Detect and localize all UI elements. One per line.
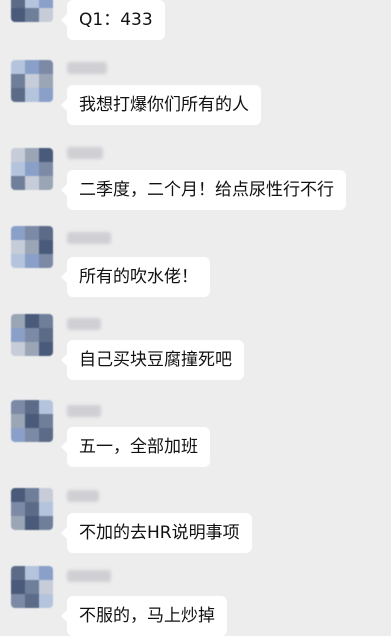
avatar-mosaic-cell	[39, 0, 53, 8]
avatar-mosaic-cell	[39, 88, 53, 102]
avatar-mosaic-cell	[11, 0, 25, 8]
avatar-mosaic-cell	[25, 580, 39, 594]
blurred-sender-name	[67, 147, 103, 159]
message-bubble[interactable]: Q1：433	[61, 0, 165, 40]
avatar-mosaic-cell	[11, 314, 25, 328]
avatar-mosaic-cell	[25, 8, 39, 22]
avatar-mosaic-cell	[25, 428, 39, 442]
avatar-mosaic-cell	[39, 254, 53, 268]
blurred-avatar[interactable]	[11, 314, 53, 356]
avatar-mosaic-cell	[25, 60, 39, 74]
avatar-mosaic-cell	[25, 0, 39, 8]
avatar-mosaic-cell	[39, 566, 53, 580]
blurred-sender-name	[67, 490, 99, 502]
avatar-mosaic-cell	[11, 148, 25, 162]
avatar-mosaic-cell	[11, 60, 25, 74]
blurred-avatar[interactable]	[11, 566, 53, 608]
avatar-mosaic-cell	[11, 8, 25, 22]
avatar-mosaic-cell	[25, 314, 39, 328]
avatar-mosaic-cell	[39, 516, 53, 530]
message-bubble[interactable]: 所有的吹水佬！	[61, 257, 210, 297]
avatar-mosaic-cell	[39, 328, 53, 342]
avatar-mosaic-cell	[25, 488, 39, 502]
avatar-mosaic-cell	[25, 74, 39, 88]
avatar-mosaic-cell	[39, 176, 53, 190]
avatar-mosaic-cell	[11, 328, 25, 342]
avatar-mosaic-cell	[11, 74, 25, 88]
message-bubble[interactable]: 我想打爆你们所有的人	[61, 85, 261, 125]
message-bubble[interactable]: 五一，全部加班	[61, 427, 210, 467]
avatar-mosaic-cell	[25, 176, 39, 190]
avatar-mosaic-cell	[11, 240, 25, 254]
avatar-mosaic-cell	[25, 226, 39, 240]
avatar-mosaic-cell	[39, 162, 53, 176]
blurred-avatar[interactable]	[11, 60, 53, 102]
blurred-sender-name	[67, 570, 111, 582]
avatar-mosaic-cell	[39, 60, 53, 74]
avatar-mosaic-cell	[39, 74, 53, 88]
avatar-mosaic-cell	[39, 240, 53, 254]
blurred-avatar[interactable]	[11, 148, 53, 190]
avatar-mosaic-cell	[11, 594, 25, 608]
chat-message-list[interactable]: Q1：433 我想打爆你们所有的人 二季度，二个月！给点尿性行不行 所有的吹水佬…	[0, 0, 391, 636]
avatar-mosaic-cell	[11, 342, 25, 356]
blurred-avatar[interactable]	[11, 0, 53, 22]
avatar-mosaic-cell	[39, 400, 53, 414]
blurred-sender-name	[67, 318, 101, 330]
avatar-mosaic-cell	[11, 580, 25, 594]
blurred-sender-name	[67, 62, 107, 74]
avatar-mosaic-cell	[25, 516, 39, 530]
avatar-mosaic-cell	[25, 400, 39, 414]
avatar-mosaic-cell	[39, 580, 53, 594]
avatar-mosaic-cell	[25, 240, 39, 254]
avatar-mosaic-cell	[11, 254, 25, 268]
avatar-mosaic-cell	[11, 516, 25, 530]
avatar-mosaic-cell	[25, 414, 39, 428]
avatar-mosaic-cell	[39, 488, 53, 502]
avatar-mosaic-cell	[39, 414, 53, 428]
avatar-mosaic-cell	[11, 414, 25, 428]
avatar-mosaic-cell	[25, 148, 39, 162]
avatar-mosaic-cell	[39, 8, 53, 22]
message-bubble[interactable]: 不服的，马上炒掉	[61, 596, 227, 636]
blurred-sender-name	[67, 232, 111, 244]
avatar-mosaic-cell	[25, 254, 39, 268]
avatar-mosaic-cell	[25, 88, 39, 102]
avatar-mosaic-cell	[39, 342, 53, 356]
avatar-mosaic-cell	[11, 162, 25, 176]
avatar-mosaic-cell	[11, 502, 25, 516]
blurred-avatar[interactable]	[11, 226, 53, 268]
avatar-mosaic-cell	[25, 342, 39, 356]
avatar-mosaic-cell	[11, 488, 25, 502]
avatar-mosaic-cell	[25, 502, 39, 516]
avatar-mosaic-cell	[11, 400, 25, 414]
avatar-mosaic-cell	[11, 566, 25, 580]
avatar-mosaic-cell	[11, 226, 25, 240]
blurred-avatar[interactable]	[11, 400, 53, 442]
blurred-sender-name	[67, 405, 101, 417]
blurred-avatar[interactable]	[11, 488, 53, 530]
avatar-mosaic-cell	[39, 314, 53, 328]
avatar-mosaic-cell	[11, 428, 25, 442]
avatar-mosaic-cell	[25, 328, 39, 342]
avatar-mosaic-cell	[39, 226, 53, 240]
message-bubble[interactable]: 自己买块豆腐撞死吧	[61, 340, 244, 380]
avatar-mosaic-cell	[39, 594, 53, 608]
avatar-mosaic-cell	[11, 176, 25, 190]
avatar-mosaic-cell	[39, 428, 53, 442]
avatar-mosaic-cell	[25, 162, 39, 176]
avatar-mosaic-cell	[39, 148, 53, 162]
avatar-mosaic-cell	[39, 502, 53, 516]
avatar-mosaic-cell	[25, 566, 39, 580]
message-bubble[interactable]: 不加的去HR说明事项	[61, 513, 252, 553]
avatar-mosaic-cell	[11, 88, 25, 102]
message-bubble[interactable]: 二季度，二个月！给点尿性行不行	[61, 170, 346, 210]
avatar-mosaic-cell	[25, 594, 39, 608]
